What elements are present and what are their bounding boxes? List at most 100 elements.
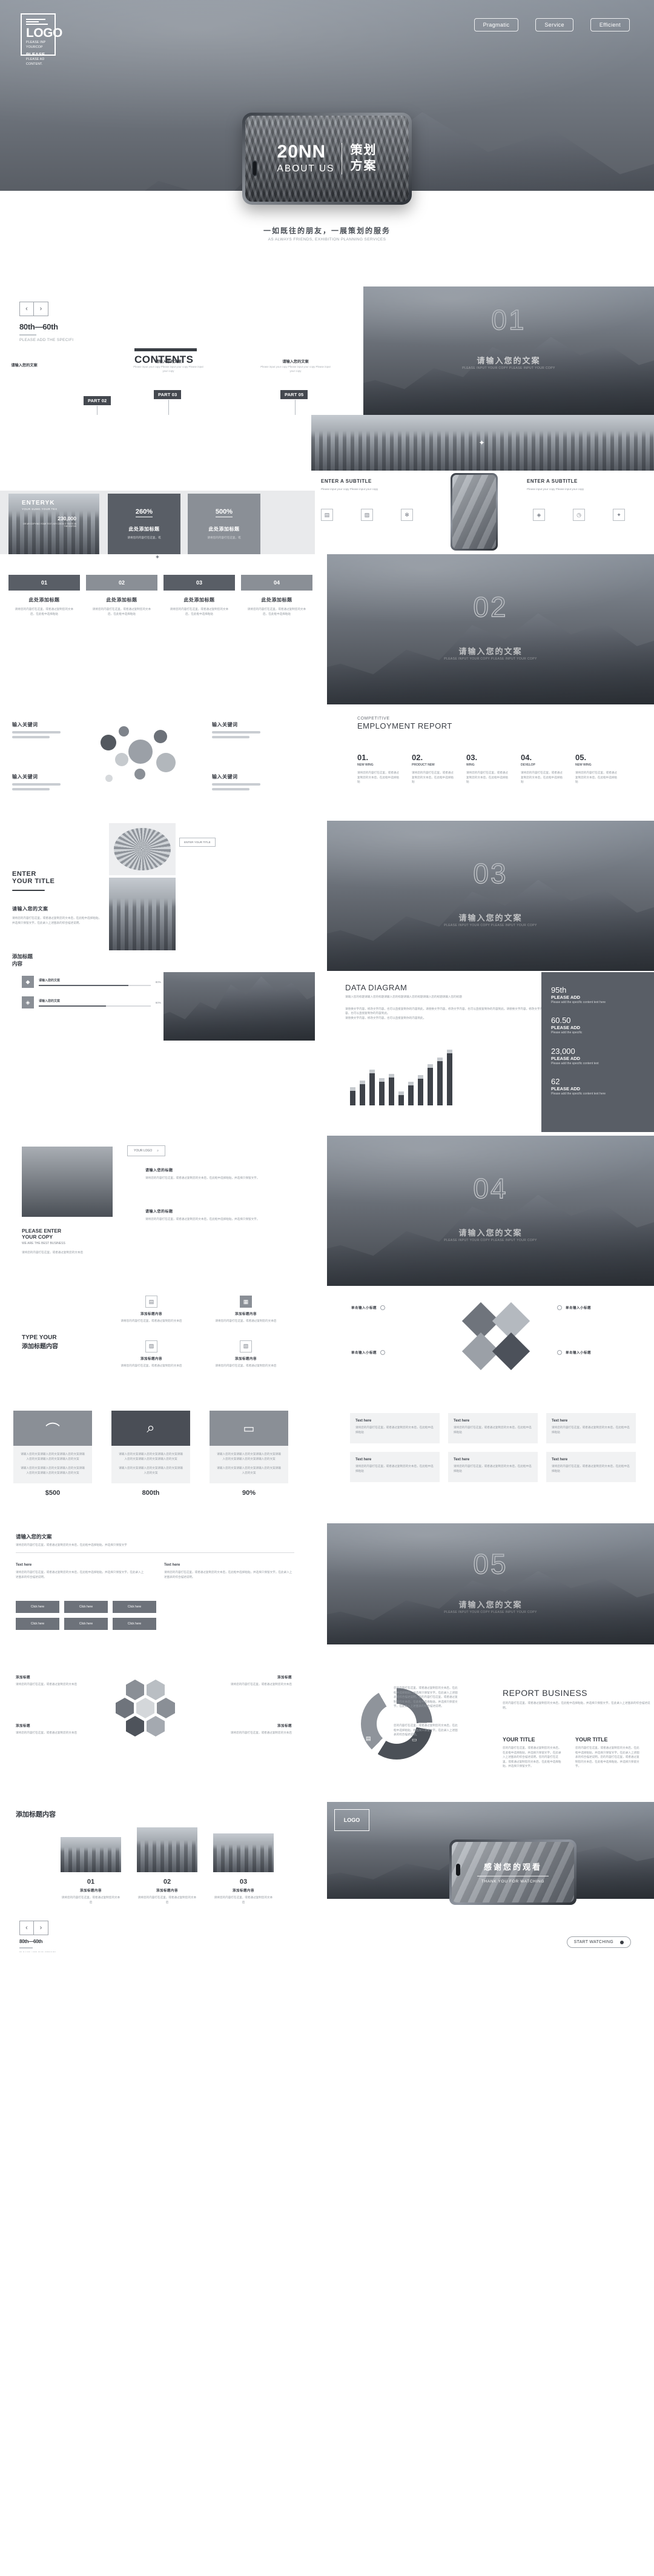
employment-col-4-no: 04.: [521, 753, 532, 762]
fourcard-2-cn: 此处添加标题: [106, 597, 137, 603]
final-col-2-cn: 添加标题内容: [156, 1889, 178, 1893]
report-business-sub: 您的内容打在这里，或者通过复制您的文本后，在此框中选择粘贴，并选择只保留文字。在…: [503, 1701, 650, 1709]
fourcard-3[interactable]: 03 此处添加标题 请将您的内容打在这里，或者通过复制您的文本后，在此框中选择粘…: [164, 575, 235, 616]
next-button[interactable]: ›: [34, 302, 48, 316]
star-icon[interactable]: ✦: [613, 509, 625, 521]
report-business-heading: REPORT BUSINESS 您的内容打在这里，或者通过复制您的文本后，在此框…: [503, 1688, 654, 1710]
final-col-3-no: 03: [239, 1878, 248, 1886]
timeline-tag-3[interactable]: PART 03: [154, 390, 182, 399]
final-photo-row: [61, 1827, 274, 1872]
entertitle-chip[interactable]: ENTER YOUR TITLE: [179, 838, 216, 847]
subtitle-left-title: ENTER A SUBTITLE: [321, 478, 372, 484]
employment-col-3: 03. WING 请将您的内容打在这里，或者通过复制您的文本后，在此框中选择粘贴: [466, 753, 509, 784]
iconstat-1-value: $500: [45, 1489, 61, 1497]
employment-col-1-en: 请将您的内容打在这里，或者通过复制您的文本后，在此框中选择粘贴: [357, 771, 399, 784]
pin-icon[interactable]: ◈: [533, 509, 545, 521]
entertitle-photo-b: [109, 878, 176, 950]
iconstat-card-3[interactable]: ▭ 请输入您的文案请输入您的文案请输入您的文案请输入您的文案请输入您的文案请输入…: [210, 1411, 288, 1497]
text-grid-cell-3-en: 请将您的内容打在这里，或者通过复制您的文本后，在此框中选择粘贴: [552, 1426, 630, 1434]
typetitle-line2: 添加标题内容: [22, 1343, 58, 1350]
forest-logo-chip[interactable]: YOUR LOGO ⌕: [127, 1145, 166, 1156]
report-card-heading: 添加标题 内容: [12, 953, 33, 967]
copyblock-chip-1[interactable]: Click here: [16, 1601, 59, 1613]
text-grid-cell-4[interactable]: Text here 请将您的内容打在这里，或者通过复制您的文本后，在此框中选择粘…: [350, 1452, 440, 1482]
timeline-tag-2[interactable]: PART 02: [84, 396, 111, 405]
entertitle-body: 请输入您的文案 请将您的内容打在这里，或者通过复制您的文本后，在此框中选择粘贴，…: [12, 906, 102, 925]
typetitle-item-1[interactable]: ▤ 添加标题内容 请将您的内容打在这里，或者通过复制您的文本后: [115, 1296, 188, 1323]
doc-icon: ▤: [145, 1296, 157, 1308]
typetitle-item-2[interactable]: ▦ 添加标题内容 请将您的内容打在这里，或者通过复制您的文本后: [210, 1296, 282, 1323]
iconstat-card-1[interactable]: ⌒ 请输入您的文案请输入您的文案请输入您的文案请输入您的文案请输入您的文案请输入…: [13, 1411, 92, 1497]
chart-icon[interactable]: ▨: [361, 509, 373, 521]
typetitle-item-4[interactable]: ▧ 添加标题内容 请将您的内容打在这里，或者通过复制您的文本后: [210, 1340, 282, 1368]
copyblock-chip-4[interactable]: Click here: [16, 1618, 59, 1630]
grid-icon: ▦: [240, 1296, 252, 1308]
copyblock-chip-2[interactable]: Click here: [64, 1601, 108, 1613]
subtitle-star-icon: ✦: [478, 439, 487, 447]
iconstat-3-body2: 请输入您的文案请输入您的文案请输入您的文案请输入您的文案: [217, 1466, 281, 1474]
employment-col-5-en: 请将您的内容打在这里，或者通过复制您的文本后，在此框中选择粘贴: [575, 771, 617, 784]
row-icon-2: ◈: [22, 996, 34, 1008]
fourcard-4-cn: 此处添加标题: [261, 597, 292, 603]
copyblock-chip-5[interactable]: Click here: [64, 1618, 108, 1630]
text-grid-cell-1-cn: Text here: [355, 1419, 372, 1423]
fourcard-3-no: 03: [164, 575, 235, 591]
text-grid-cell-5[interactable]: Text here 请将您的内容打在这里，或者通过复制您的文本后，在此框中选择粘…: [448, 1452, 538, 1482]
typetitle-item-4-cn: 添加标题内容: [234, 1357, 257, 1361]
hero-title-en: 20NN ABOUT US: [277, 143, 343, 174]
typetitle-item-2-en: 请将您的内容打在这里，或者通过复制您的文本后: [215, 1319, 277, 1322]
text-grid-cell-2[interactable]: Text here 请将您的内容打在这里，或者通过复制您的文本后，在此框中选择粘…: [448, 1413, 538, 1443]
text-grid-cell-1-en: 请将您的内容打在这里，或者通过复制您的文本后，在此框中选择粘贴: [355, 1426, 434, 1434]
next-button-bottom[interactable]: ›: [34, 1921, 48, 1935]
typetitle-item-3[interactable]: ▨ 添加标题内容 请将您的内容打在这里，或者通过复制您的文本后: [115, 1340, 188, 1368]
fourcards-star-icon: ✦: [154, 554, 160, 561]
prev-button[interactable]: ‹: [19, 302, 34, 316]
kpi-block-bottom: 80th—60th PLEASE ADD THE SPECIFI: [19, 1939, 56, 1952]
timeline-text-1: 请输入您的文案: [0, 362, 61, 368]
pager-controls: ‹ ›: [19, 302, 48, 316]
fourcard-4[interactable]: 04 此处添加标题 请将您的内容打在这里，或者通过复制您的文本后，在此框中选择粘…: [241, 575, 312, 616]
text-grid-cell-5-cn: Text here: [454, 1458, 470, 1462]
iconstat-card-2[interactable]: ⌕ 请输入您的文案请输入您的文案请输入您的文案请输入您的文案请输入您的文案请输入…: [111, 1411, 190, 1497]
cover-01-cn: 请输入您的文案: [477, 356, 541, 365]
timeline-tag-5[interactable]: PART 05: [280, 390, 308, 399]
thanks-phone-screen: 感谢您的观看 THANK YOU FOR WATCHING: [452, 1842, 574, 1902]
hero-slide: LOGO PLEASE INP YOURCOP PLEASE PLEASE AD…: [0, 0, 654, 285]
logo-word: LOGO: [26, 26, 62, 40]
fourcard-2[interactable]: 02 此处添加标题 请将您的内容打在这里，或者通过复制您的文本后，在此框中选择粘…: [86, 575, 157, 616]
copyblock-chip-grid: Click here Click here Click here Click h…: [16, 1601, 156, 1630]
nav-pill-efficient[interactable]: Efficient: [590, 18, 630, 31]
final-col-3-en: 请将您的内容打在这里，或者通过复制您的文本后: [214, 1896, 273, 1904]
enteryk-stat-2-en: 请将您的内容打在这里，或: [207, 536, 241, 539]
text-grid-cell-6[interactable]: Text here 请将您的内容打在这里，或者通过复制您的文本后，在此框中选择粘…: [546, 1452, 636, 1482]
copyblock-chip-3[interactable]: Click here: [113, 1601, 156, 1613]
gear-icon[interactable]: ✻: [401, 509, 413, 521]
clock-icon[interactable]: ◷: [573, 509, 585, 521]
nav-pill-pragmatic[interactable]: Pragmatic: [474, 18, 519, 31]
subtitle-slide: ✦ ENTER A SUBTITLE Please input your cop…: [0, 415, 654, 554]
forest-card-2: 请输入您的标题 请将您的内容打在这里，或者通过复制您的文本后，在此框中选择粘贴，…: [145, 1208, 297, 1222]
copyblock-chip-6[interactable]: Click here: [113, 1618, 156, 1630]
fourcard-1-cn: 此处添加标题: [28, 597, 60, 603]
text-grid-cell-1[interactable]: Text here 请将您的内容打在这里，或者通过复制您的文本后，在此框中选择粘…: [350, 1413, 440, 1443]
doc-icon[interactable]: ▤: [321, 509, 333, 521]
kpi-label-bottom: PLEASE ADD THE SPECIFI: [19, 1950, 56, 1953]
bar-col: [389, 1074, 394, 1105]
kpi-label: PLEASE ADD THE SPECIFI: [19, 337, 74, 342]
hex-item-4: 添加标题 请将您的内容打在这里，或者通过复制您的文本后: [213, 1723, 292, 1735]
report-business-title: REPORT BUSINESS: [503, 1688, 588, 1698]
start-watching-button-bottom[interactable]: START WATCHING: [566, 1936, 631, 1948]
hero-phone-screen: 20NN ABOUT US 策划 方案: [245, 116, 409, 202]
hex-item-1: 添加标题 请将您的内容打在这里，或者通过复制您的文本后: [16, 1675, 94, 1687]
nav-pill-service[interactable]: Service: [535, 18, 573, 31]
fourcard-1[interactable]: 01 此处添加标题 请将您的内容打在这里，或者通过复制您的文本后，在此框中选择粘…: [8, 575, 80, 616]
final-col-2: 02 添加标题内容 请将您的内容打在这里，或者通过复制您的文本后: [137, 1878, 197, 1904]
donut-text-1: 您的内容打在这里，或者通过复制您的文本后，在此框中选择粘贴，并选择只保留文字。在…: [394, 1686, 459, 1709]
pinwheel-label-3-text: 单击输入小标题: [566, 1306, 592, 1310]
text-grid-cell-3[interactable]: Text here 请将您的内容打在这里，或者通过复制您的文本后，在此框中选择粘…: [546, 1413, 636, 1443]
prev-button-bottom[interactable]: ‹: [19, 1921, 34, 1935]
logo-line-5: CONTENT.: [26, 62, 43, 66]
kpi-3-value: 23,000: [551, 1046, 575, 1056]
cover-05-cn: 请输入您的文案: [458, 1600, 523, 1609]
bar-col: [408, 1082, 414, 1105]
